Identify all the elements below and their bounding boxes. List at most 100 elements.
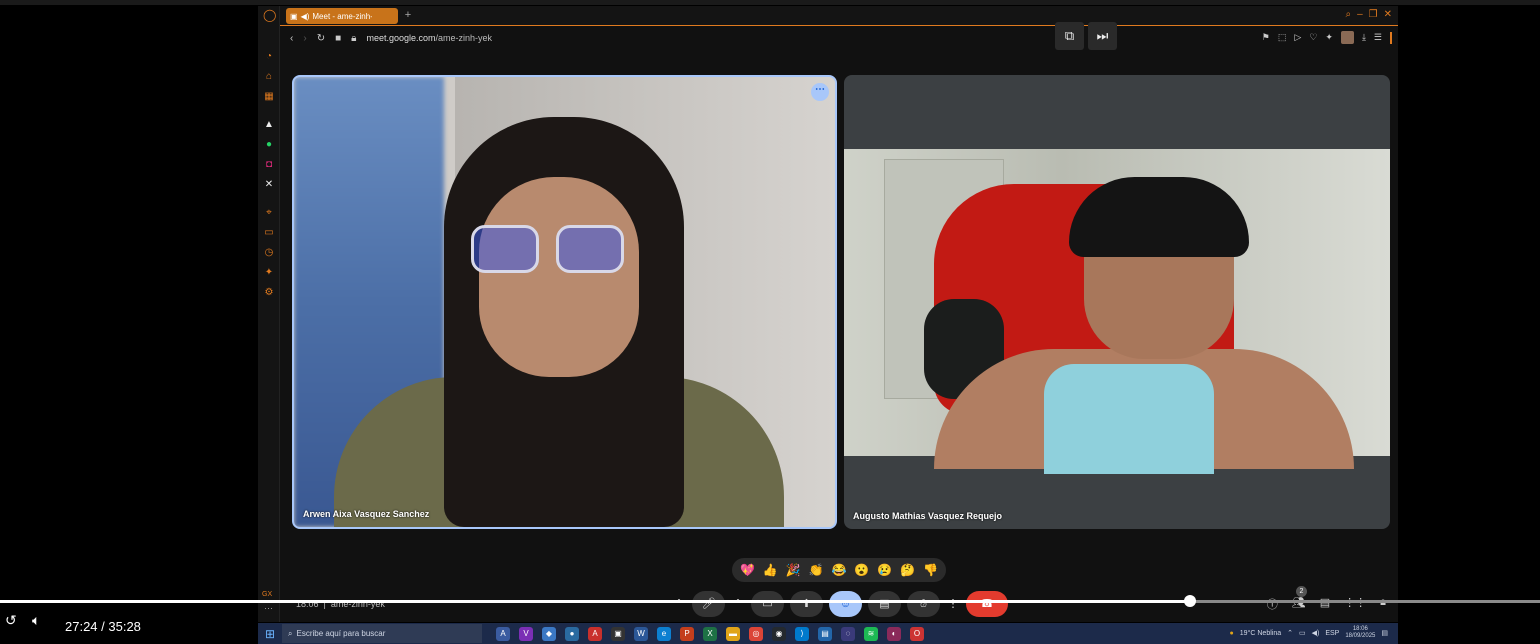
camera-options-icon[interactable]: ⌃ <box>731 591 745 617</box>
host-controls-icon[interactable]: 🔒︎ <box>1380 596 1386 612</box>
extensions-icon[interactable]: ✦ <box>263 267 275 279</box>
opera-gx-icon[interactable]: O <box>910 626 924 641</box>
people-icon[interactable]: 👥︎ <box>1292 596 1306 612</box>
weather-text[interactable]: 19°C Neblina <box>1240 630 1281 637</box>
taskbar-search[interactable]: ⌕ Escribe aquí para buscar <box>282 624 482 643</box>
restore-icon[interactable]: ❐ <box>1369 9 1378 20</box>
skip-next-icon[interactable]: ⏭ <box>1088 22 1117 50</box>
language-indicator[interactable]: ESP <box>1325 630 1339 637</box>
video-progress-bar[interactable] <box>0 600 1190 603</box>
sidebar-more-icon[interactable]: ⋯ <box>264 603 273 614</box>
emoji-reaction-icon[interactable]: ☺ <box>829 591 862 617</box>
weather-icon[interactable]: ● <box>1230 630 1234 637</box>
forward-icon[interactable]: › <box>303 33 306 44</box>
tray-overflow-icon[interactable]: ⌃ <box>1287 629 1293 637</box>
word-icon[interactable]: W <box>634 626 648 641</box>
bookmark-icon[interactable]: ⚑ <box>1262 32 1270 43</box>
settings-gear-icon[interactable]: ⚙ <box>263 287 275 299</box>
more-options-icon[interactable]: ⋯ <box>811 83 829 101</box>
powerpoint-icon[interactable]: P <box>680 626 694 641</box>
taskbar-clock[interactable]: 18:06 18/09/2025 <box>1345 626 1375 640</box>
camera-icon[interactable]: ■ <box>335 33 341 44</box>
edge-icon[interactable]: e <box>657 626 671 641</box>
reaction-party[interactable]: 🎉 <box>786 563 801 577</box>
activities-icon[interactable]: ⋮⋮ <box>1344 596 1366 612</box>
extensions-puzzle-icon[interactable]: ✦ <box>1325 32 1333 43</box>
pip-controls: ⧉ ⏭ <box>1055 22 1117 50</box>
speed-dial-icon[interactable]: ◔ <box>263 51 275 63</box>
tab-audio-icon[interactable]: ◀) <box>301 12 310 21</box>
file-explorer-icon[interactable]: ▬ <box>726 626 740 641</box>
reaction-thinking[interactable]: 🤔 <box>900 563 915 577</box>
notifications-icon[interactable]: ▤ <box>1381 629 1388 637</box>
reaction-sad[interactable]: 😢 <box>877 563 892 577</box>
app-icon[interactable]: A <box>496 626 510 641</box>
reaction-thumbs-up[interactable]: 👍 <box>763 563 778 577</box>
volume-tray-icon[interactable]: ◀) <box>1312 629 1320 637</box>
reaction-surprised[interactable]: 😮 <box>854 563 869 577</box>
participant-tile[interactable]: Augusto Mathias Vasquez Requejo <box>844 75 1390 529</box>
raise-hand-icon[interactable]: ✋︎ <box>907 591 940 617</box>
new-tab-button[interactable]: + <box>402 9 414 21</box>
url-field[interactable]: meet.google.com/ame-zinh-yek <box>366 33 492 43</box>
search-icon[interactable]: ⌕ <box>1345 9 1351 20</box>
reaction-sparkle-heart[interactable]: 💖 <box>740 563 755 577</box>
aria-icon[interactable]: ▲ <box>263 119 275 131</box>
lock-icon[interactable]: 🔒︎ <box>351 33 356 44</box>
pinboard-icon[interactable]: ⌖ <box>263 207 275 219</box>
whatsapp-icon[interactable]: ● <box>263 139 275 151</box>
reaction-thumbs-down[interactable]: 👎 <box>923 563 938 577</box>
close-icon[interactable]: ✕ <box>1384 9 1392 20</box>
tab-meet[interactable]: ▣ ◀) Meet - ame-zinh-yek <box>286 8 398 24</box>
end-call-button[interactable]: ☎ <box>966 591 1008 617</box>
gx-control-icon[interactable]: ▦ <box>263 91 275 103</box>
opera-logo-icon[interactable]: ◯ <box>263 9 276 21</box>
profile-avatar[interactable] <box>1340 31 1354 44</box>
info-icon[interactable]: ⓘ <box>1267 596 1278 612</box>
chrome-icon[interactable]: ◎ <box>749 626 763 641</box>
external-window-icon[interactable]: ⧉ <box>1055 22 1084 50</box>
vscode-icon[interactable]: ⟩ <box>795 626 809 641</box>
spotify-icon[interactable]: ≋ <box>864 626 878 641</box>
more-options-icon[interactable]: ⋮ <box>946 591 960 617</box>
github-icon[interactable]: ◉ <box>772 626 786 641</box>
captions-icon[interactable]: ▤ <box>868 591 901 617</box>
download-icon[interactable]: ⤓ <box>1362 32 1366 43</box>
instagram-icon[interactable]: ◘ <box>263 159 275 171</box>
reload-icon[interactable]: ↻ <box>317 33 325 44</box>
heart-icon[interactable]: ♡ <box>1309 32 1317 43</box>
video-progress-knob[interactable] <box>1184 595 1196 607</box>
app-icon[interactable]: ▤ <box>818 626 832 641</box>
participant-tile[interactable]: ⋯ Arwen Aixa Vasquez Sanchez <box>292 75 837 529</box>
app-icon[interactable]: ◆ <box>542 626 556 641</box>
gx-corner-icon[interactable]: ⌂ <box>263 71 275 83</box>
present-screen-icon[interactable]: ⬆ <box>790 591 823 617</box>
minimize-icon[interactable]: – <box>1357 9 1363 20</box>
volume-icon[interactable]: 🔈︎ <box>32 612 40 629</box>
replay-10-icon[interactable]: ↺ <box>5 612 17 629</box>
chat-icon[interactable]: ▤ <box>1320 596 1330 612</box>
windows-start-icon[interactable]: ⊞ <box>258 627 282 641</box>
microphone-icon[interactable]: 🎤︎ <box>692 591 725 617</box>
reaction-laugh[interactable]: 😂 <box>831 563 846 577</box>
mic-options-icon[interactable]: ⌃ <box>672 591 686 617</box>
app-icon[interactable]: ● <box>565 626 579 641</box>
network-icon[interactable]: ▭ <box>1299 629 1306 637</box>
app-icon[interactable]: ◌ <box>841 626 855 641</box>
app-icon[interactable]: ▣ <box>611 626 625 641</box>
video-progress-remaining[interactable] <box>1190 600 1540 603</box>
acrobat-icon[interactable]: A <box>588 626 602 641</box>
app-icon[interactable]: V <box>519 626 533 641</box>
reaction-clap[interactable]: 👏 <box>809 563 824 577</box>
excel-icon[interactable]: X <box>703 626 717 641</box>
back-icon[interactable]: ‹ <box>290 33 293 44</box>
history-icon[interactable]: ◷ <box>263 247 275 259</box>
wallet-icon[interactable]: ▭ <box>263 227 275 239</box>
snapshot-icon[interactable]: ⬚ <box>1278 32 1287 43</box>
send-icon[interactable]: ▷ <box>1294 32 1301 43</box>
x-twitter-icon[interactable]: ✕ <box>263 179 275 191</box>
app-icon[interactable]: ◐ <box>887 626 901 641</box>
tab-title: Meet - ame-zinh-yek <box>312 11 373 21</box>
menu-icon[interactable]: ☰ <box>1374 32 1382 43</box>
camera-icon[interactable]: ▭ <box>751 591 784 617</box>
